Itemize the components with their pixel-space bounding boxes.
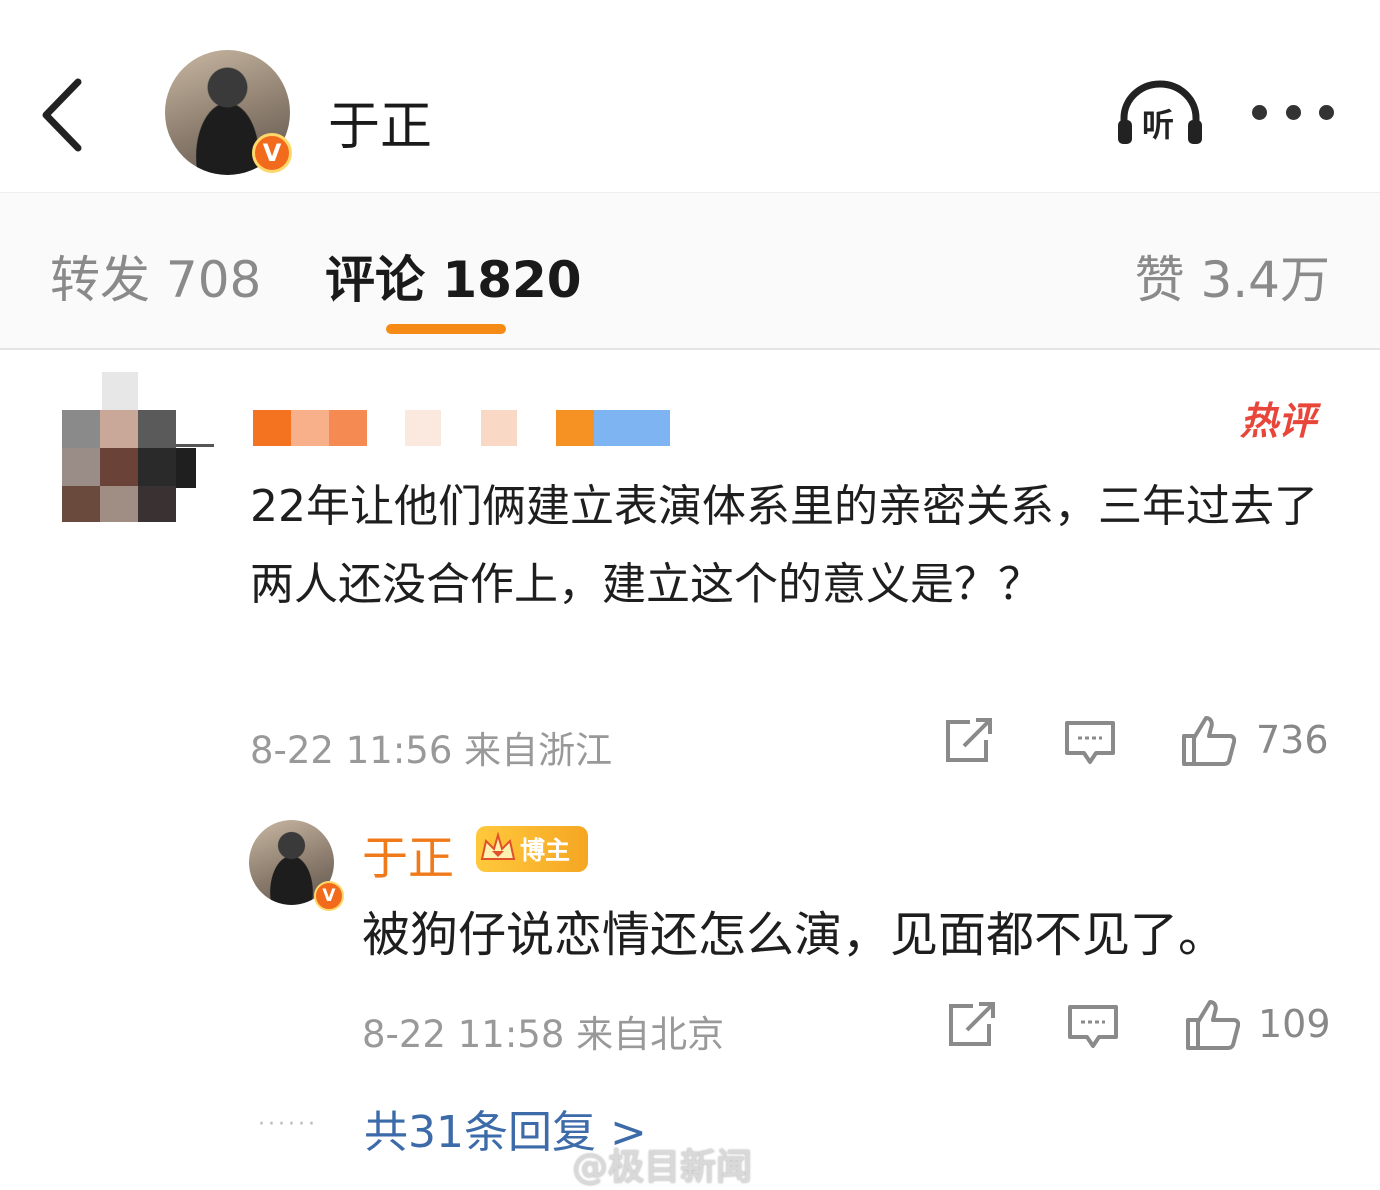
comment-share-button[interactable] [944,718,994,768]
hot-comment-badge: 热评 [1240,399,1317,443]
comment-like-button[interactable] [1180,714,1237,770]
author-badge-label: 博主 [520,836,571,865]
listen-label: 听 [1142,106,1175,144]
commenter-name-obscured[interactable] [253,408,673,448]
commenter-avatar[interactable] [62,372,216,532]
more-dot [1319,104,1334,120]
comment-meta: 8-22 11:56 来自浙江 [250,729,613,772]
reply-like-count: 109 [1258,1002,1331,1046]
comment-text: 22年让他们俩建立表演体系里的亲密关系，三年过去了两人还没合作上，建立这个的意义… [250,481,1318,610]
tab-comment[interactable]: 评论 1820 [325,240,582,312]
reply-comment-button[interactable] [1067,1004,1119,1054]
listen-button[interactable]: 听 [1114,78,1206,150]
tab-like[interactable]: 赞 3.4万 [1135,240,1330,312]
more-replies-leader: ······ [258,1112,318,1137]
share-icon [949,1002,995,1046]
comment-reply-button[interactable] [1064,720,1116,770]
page-title: 于正 [328,97,433,157]
chevron-left-icon [42,78,82,152]
crown-icon [480,831,516,860]
author-avatar[interactable]: V [165,50,292,175]
comment-like-count: 736 [1256,718,1329,762]
tab-repost[interactable]: 转发 708 [50,240,261,312]
reply-text: 被狗仔说恋情还怎么演，见面都不见了。 [362,907,1227,963]
reply-verified-badge: V [314,881,344,911]
reply-share-button[interactable] [947,1002,997,1052]
reply-author-name[interactable]: 于正 [362,822,454,888]
reply-like-button[interactable] [1184,998,1241,1054]
comment-icon [1068,1005,1118,1048]
watermark: @极目新闻 [572,1147,753,1188]
thumbs-up-icon [1182,716,1237,766]
thumbs-up-icon [1186,1000,1241,1050]
reply-meta: 8-22 11:58 来自北京 [362,1013,725,1056]
verified-badge: V [252,133,292,173]
author-badge: 博主 [476,826,588,872]
pixelated-avatar-image [62,372,216,522]
pixelated-name [253,410,670,446]
reply-author-avatar[interactable]: V [249,820,344,911]
back-button[interactable] [30,70,100,160]
more-button[interactable] [1252,100,1334,124]
more-dots-icon [1252,104,1267,120]
share-icon [946,718,992,762]
comment-icon [1065,721,1115,764]
more-dot [1285,104,1301,120]
active-tab-indicator [386,324,506,334]
